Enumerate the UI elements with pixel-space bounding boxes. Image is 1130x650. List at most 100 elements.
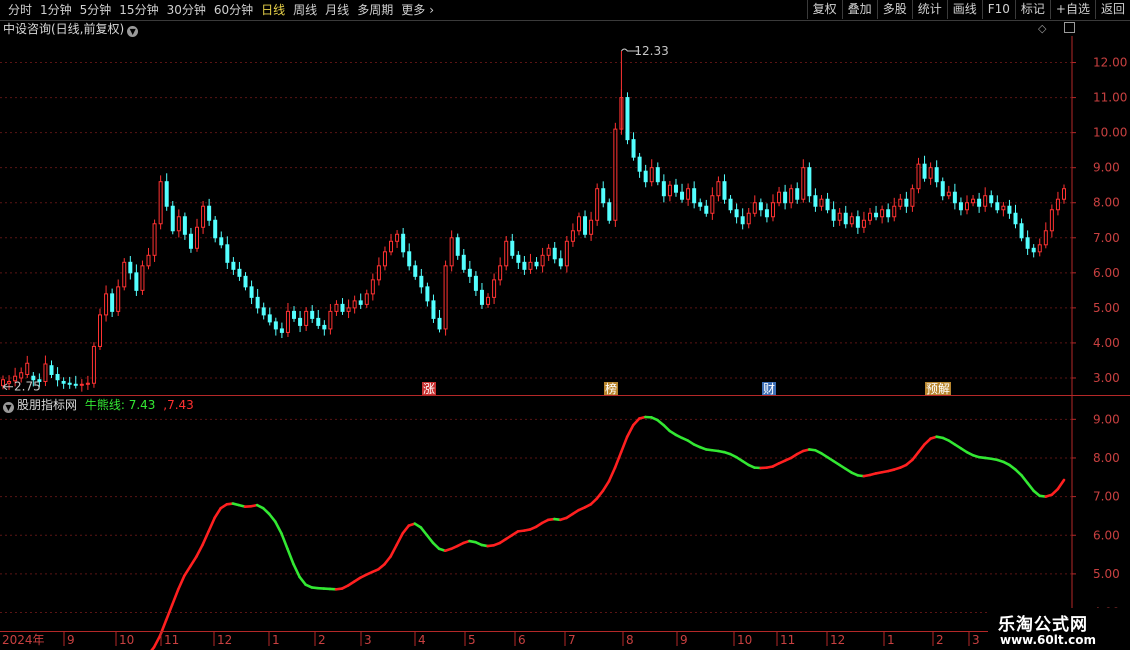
period-tab-6[interactable]: 日线 bbox=[257, 0, 289, 20]
x-axis-label: 2024年 bbox=[2, 633, 45, 647]
candle-body bbox=[516, 254, 521, 263]
toolbar-action-2[interactable]: 多股 bbox=[876, 0, 912, 19]
candle-body bbox=[443, 265, 448, 330]
indicator-segment bbox=[1008, 463, 1017, 471]
candle-body bbox=[504, 240, 509, 267]
value-red-text: 7.43 bbox=[167, 398, 194, 412]
main-y-tick-label: 4.00 bbox=[1093, 336, 1120, 350]
candle-body bbox=[267, 314, 272, 323]
period-tab-10[interactable]: 更多 bbox=[397, 0, 429, 20]
x-axis-label: 11 bbox=[164, 633, 179, 647]
candle-body bbox=[249, 286, 254, 298]
indicator-segment bbox=[989, 457, 999, 462]
candle-body bbox=[886, 209, 891, 218]
period-tab-2[interactable]: 5分钟 bbox=[76, 0, 116, 20]
candle-body bbox=[716, 181, 721, 197]
period-tab-3[interactable]: 15分钟 bbox=[115, 0, 162, 20]
indicator-segment bbox=[383, 555, 392, 566]
chevron-down-icon[interactable]: ▼ bbox=[3, 402, 14, 413]
main-y-tick-label: 10.00 bbox=[1093, 126, 1127, 140]
period-tab-0[interactable]: 分时 bbox=[4, 0, 36, 20]
candle-body bbox=[940, 181, 945, 197]
indicator-segment bbox=[553, 517, 562, 522]
indicator-segment bbox=[280, 532, 289, 551]
indicator-segment bbox=[741, 459, 750, 467]
period-tab-1[interactable]: 1分钟 bbox=[36, 0, 76, 20]
candle-body bbox=[55, 373, 60, 381]
more-arrow-icon[interactable]: › bbox=[429, 0, 436, 20]
indicator-segment bbox=[298, 575, 307, 587]
indicator-segment bbox=[674, 433, 684, 440]
candle-body bbox=[225, 244, 230, 263]
indicator-segment bbox=[547, 517, 556, 522]
toolbar-action-6[interactable]: 标记 bbox=[1014, 0, 1050, 19]
indicator-segment bbox=[886, 468, 896, 473]
candle-body bbox=[625, 97, 630, 141]
period-tab-9[interactable]: 多周期 bbox=[353, 0, 397, 20]
indicator-segment bbox=[613, 450, 623, 469]
x-axis-label: 4 bbox=[418, 633, 426, 647]
indicator-segment bbox=[346, 580, 356, 587]
event-marker-box bbox=[925, 382, 951, 395]
series-name: 牛熊线: bbox=[84, 398, 125, 412]
toolbar-action-4[interactable]: 画线 bbox=[946, 0, 982, 19]
indicator-segment bbox=[1044, 493, 1054, 498]
candle-body bbox=[789, 188, 794, 204]
candle-body bbox=[952, 191, 957, 204]
candle-body bbox=[164, 181, 169, 207]
indicator-segment bbox=[686, 439, 696, 446]
candle-body bbox=[1025, 237, 1030, 249]
candle-body bbox=[473, 275, 478, 291]
candle-body bbox=[807, 167, 812, 197]
x-axis-label: 12 bbox=[217, 633, 232, 647]
indicator-segment bbox=[431, 541, 441, 551]
chevron-down-icon[interactable]: ▼ bbox=[127, 26, 139, 37]
candle-body bbox=[649, 167, 654, 183]
candle-body bbox=[1, 379, 5, 387]
candle-body bbox=[977, 198, 982, 207]
indicator-segment bbox=[795, 449, 805, 456]
candle-body bbox=[31, 375, 36, 381]
period-tab-4[interactable]: 30分钟 bbox=[163, 0, 210, 20]
indicator-segment bbox=[789, 452, 799, 460]
indicator-segment bbox=[195, 543, 204, 558]
toolbar-action-1[interactable]: 叠加 bbox=[841, 0, 877, 19]
indicator-segment bbox=[274, 520, 283, 535]
toolbar-action-8[interactable]: 返回 bbox=[1094, 0, 1130, 19]
indicator-segment bbox=[917, 443, 926, 454]
low-price-label: 2.75 bbox=[14, 380, 41, 394]
event-marker-box bbox=[604, 382, 618, 395]
toolbar-action-5[interactable]: F10 bbox=[981, 0, 1015, 19]
candle-body bbox=[995, 202, 1000, 211]
value-green: 7.43 bbox=[128, 398, 156, 412]
period-tab-7[interactable]: 周线 bbox=[289, 0, 321, 20]
indicator-segment bbox=[534, 521, 544, 529]
indicator-segment bbox=[443, 547, 453, 553]
indicator-segment bbox=[528, 525, 538, 531]
candle-body bbox=[746, 212, 751, 225]
indicator-segment bbox=[995, 458, 1005, 464]
diamond-icon[interactable]: ◇ bbox=[1038, 22, 1046, 35]
indicator-segment bbox=[352, 576, 362, 583]
toolbar-action-7[interactable]: +自选 bbox=[1049, 0, 1095, 19]
value-red: ,7.43 bbox=[163, 398, 194, 412]
toolbar-action-0[interactable]: 复权 bbox=[806, 0, 842, 19]
candle-body bbox=[752, 202, 757, 214]
indicator-segment bbox=[783, 456, 793, 462]
candle-body bbox=[304, 310, 309, 326]
toolbar-action-3[interactable]: 统计 bbox=[911, 0, 947, 19]
main-pane-title-bar: 中设咨询(日线,前复权) ▼ bbox=[3, 21, 141, 37]
pane-toggle-icon[interactable] bbox=[1063, 22, 1075, 33]
main-y-tick-label: 9.00 bbox=[1093, 161, 1120, 175]
candle-body bbox=[607, 202, 612, 221]
indicator-segment bbox=[923, 437, 932, 446]
indicator-segment bbox=[425, 533, 435, 545]
indicator-y-tick-label: 7.00 bbox=[1093, 490, 1120, 504]
toolbar-actions: 复权 叠加 多股 统计 画线 F10 标记 +自选 返回 bbox=[806, 0, 1130, 20]
candle-body bbox=[989, 195, 994, 204]
period-tab-8[interactable]: 月线 bbox=[321, 0, 353, 20]
period-tab-5[interactable]: 60分钟 bbox=[210, 0, 257, 20]
indicator-segment bbox=[371, 567, 380, 574]
candle-body bbox=[98, 314, 103, 347]
candle-body bbox=[122, 261, 127, 288]
